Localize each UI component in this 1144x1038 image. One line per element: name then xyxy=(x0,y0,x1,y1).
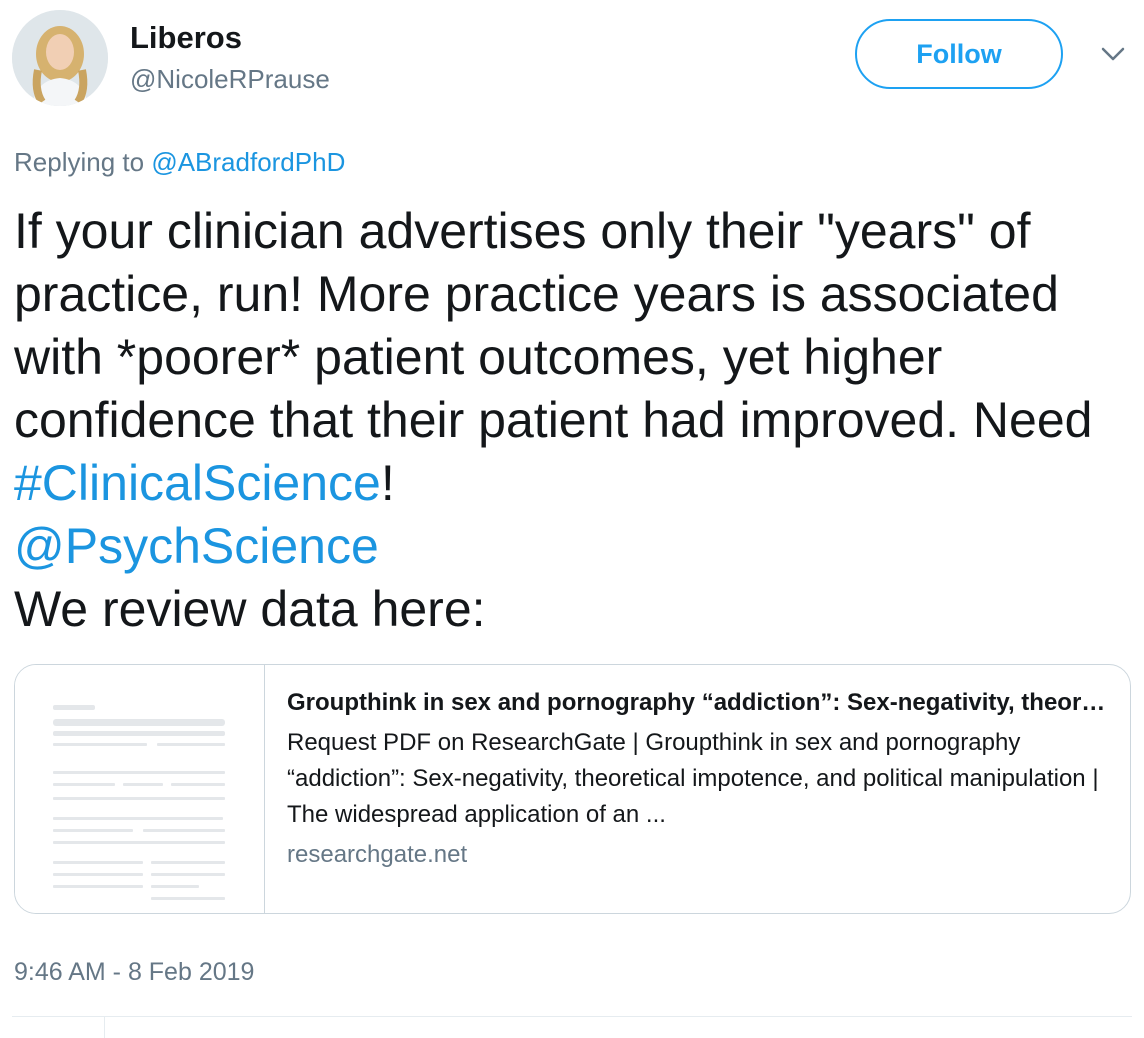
mention-link[interactable]: @PsychScience xyxy=(14,518,379,574)
document-thumbnail-icon xyxy=(53,705,225,900)
chevron-down-icon[interactable] xyxy=(1100,45,1126,63)
replying-to: Replying to @ABradfordPhD xyxy=(14,146,345,178)
reply-mention-link[interactable]: @ABradfordPhD xyxy=(151,147,345,177)
divider-stub xyxy=(104,1016,105,1038)
tweet-text-part-3: We review data here: xyxy=(14,581,486,637)
tweet-text: If your clinician advertises only their … xyxy=(14,200,1124,641)
avatar[interactable] xyxy=(12,10,108,106)
card-thumbnail xyxy=(15,665,265,913)
replying-prefix: Replying to xyxy=(14,147,152,177)
link-card[interactable]: Groupthink in sex and pornography “addic… xyxy=(14,664,1131,914)
profile-photo-icon xyxy=(12,10,108,106)
divider xyxy=(12,1016,1132,1017)
card-body: Groupthink in sex and pornography “addic… xyxy=(265,665,1130,913)
hashtag-link[interactable]: #ClinicalScience xyxy=(14,455,381,511)
tweet-text-part-1: If your clinician advertises only their … xyxy=(14,203,1093,448)
follow-button[interactable]: Follow xyxy=(855,19,1063,89)
card-domain: researchgate.net xyxy=(287,841,468,868)
tweet-text-part-2: ! xyxy=(380,455,395,511)
display-name[interactable]: Liberos xyxy=(130,20,242,56)
card-description: Request PDF on ResearchGate | Groupthink… xyxy=(287,729,1099,828)
user-handle[interactable]: @NicoleRPrause xyxy=(130,63,330,95)
card-title[interactable]: Groupthink in sex and pornography “addic… xyxy=(287,687,1110,719)
tweet-timestamp[interactable]: 9:46 AM - 8 Feb 2019 xyxy=(14,956,254,988)
